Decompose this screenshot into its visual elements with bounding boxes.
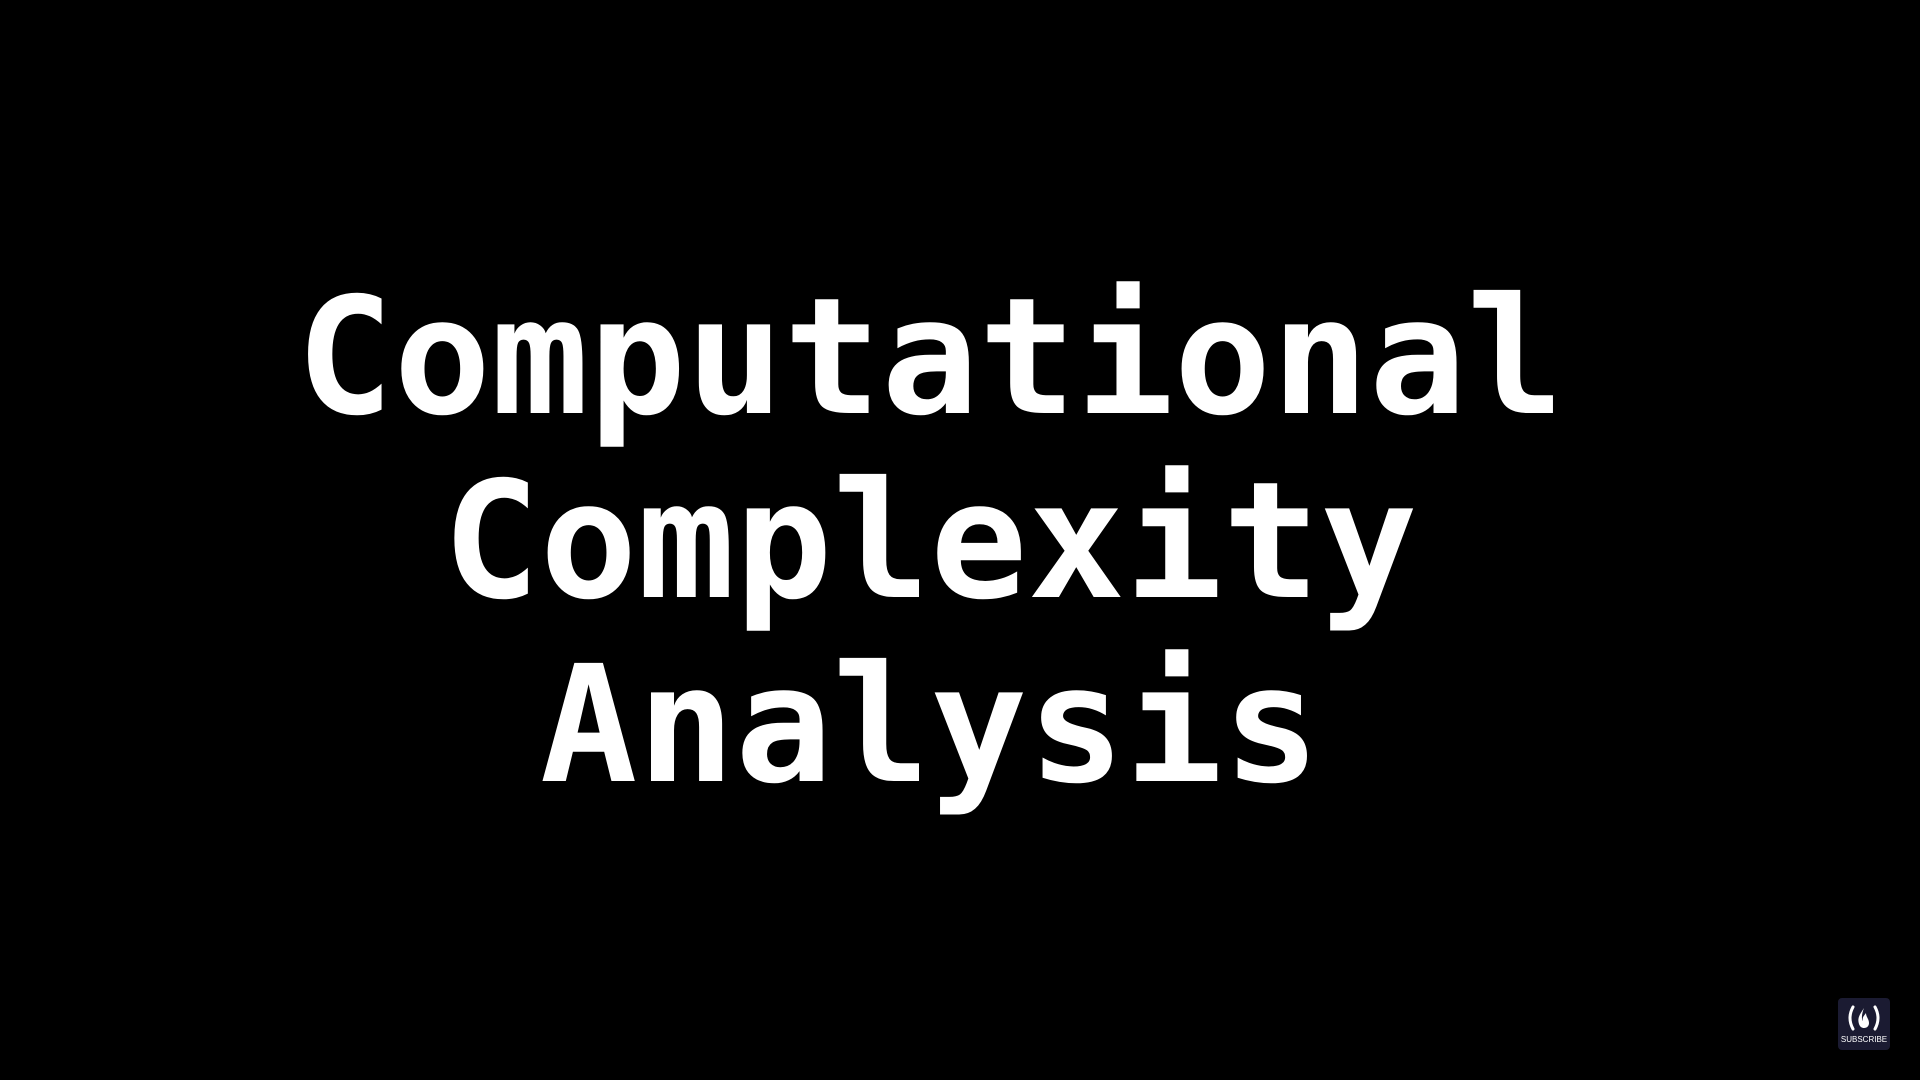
subscribe-button[interactable]: SUBSCRIBE xyxy=(1838,998,1890,1050)
title-line-2: Complexity xyxy=(442,448,1418,636)
title-line-3: Analysis xyxy=(539,632,1321,820)
video-frame: Computational Complexity Analysis SUBSCR… xyxy=(0,0,1920,1080)
slide-title: Computational Complexity Analysis xyxy=(0,0,1920,1080)
title-line-1: Computational xyxy=(296,264,1564,452)
subscribe-label: SUBSCRIBE xyxy=(1840,1035,1888,1044)
freecodecamp-flame-icon xyxy=(1848,1005,1880,1031)
